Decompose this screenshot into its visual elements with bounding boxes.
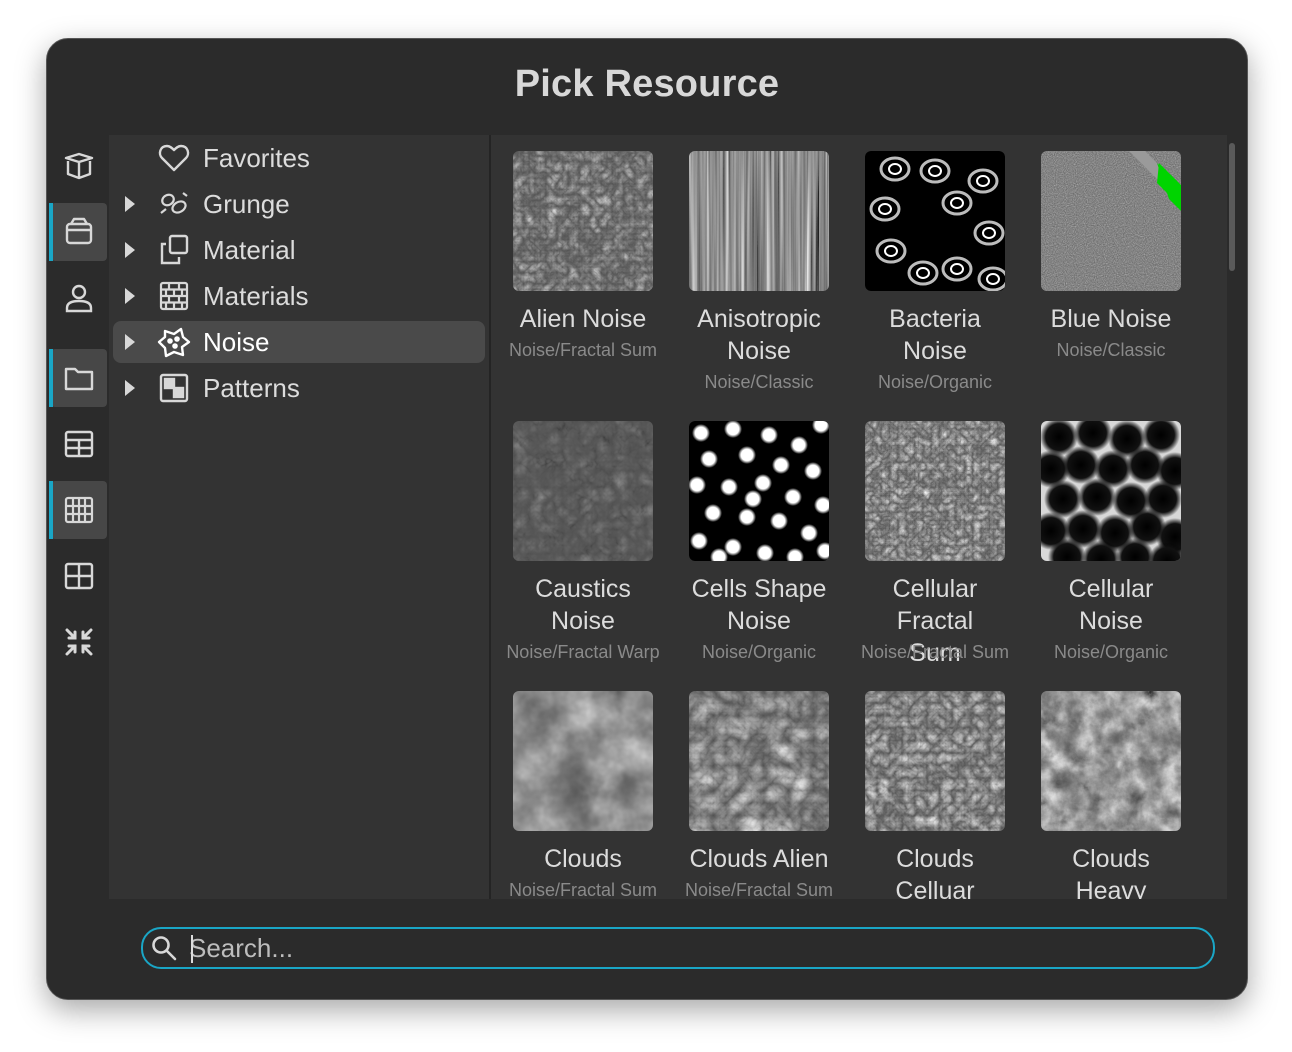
resource-name: Clouds [544, 845, 622, 873]
resource-category: Noise/Organic [877, 372, 993, 392]
tree-item-label: Materials [203, 281, 309, 311]
resource-name: Clouds Celluar [895, 845, 975, 899]
heart-icon [158, 144, 190, 172]
tree-item-favorites[interactable]: Favorites [113, 137, 485, 179]
search-icon [152, 936, 177, 961]
expand-arrow-icon[interactable] [125, 380, 135, 396]
tree-item-label: Patterns [203, 373, 300, 403]
dialog-title: Pick Resource [514, 63, 780, 105]
pick-resource-dialog: Pick Resource Favorites Grunge Material … [46, 38, 1248, 1000]
resource-thumbnail [1041, 151, 1181, 291]
tree-item-grunge[interactable]: Grunge [113, 183, 485, 225]
resource-category: Noise/Fractal Sum [508, 880, 658, 899]
resource-name: Cells Shape Noise [691, 575, 827, 635]
resource-name: Clouds Alien [689, 845, 829, 873]
resource-name: Bacteria Noise [889, 305, 981, 365]
expand-arrow-icon[interactable] [125, 242, 135, 258]
search-box[interactable] [141, 927, 1215, 969]
resource-thumbnail [1041, 691, 1181, 831]
resource-thumbnail [1041, 421, 1181, 561]
tree-item-label: Noise [203, 327, 270, 357]
resource-name: Anisotropic Noise [697, 305, 821, 365]
resource-tile[interactable]: Cellular Fractal Sum Noise/Fractal Sum [847, 407, 1023, 667]
resource-tile[interactable]: Clouds Alien Noise/Fractal Sum [671, 677, 847, 899]
resource-category: Noise/Fractal Sum [508, 340, 658, 360]
table-icon[interactable] [51, 415, 107, 473]
tree-item-materials[interactable]: Materials [113, 275, 485, 317]
resource-thumbnail [513, 151, 653, 291]
grid-small-icon[interactable] [49, 481, 107, 539]
resource-tile[interactable]: Cells Shape Noise Noise/Organic [671, 407, 847, 667]
resource-thumbnail [689, 691, 829, 831]
resource-tile[interactable]: Clouds Celluar [847, 677, 1023, 899]
resource-name: Blue Noise [1050, 305, 1172, 333]
resource-tile[interactable]: Alien Noise Noise/Fractal Sum [495, 137, 671, 397]
resource-category: Noise/Organic [701, 642, 817, 662]
copy-icon [160, 234, 189, 265]
resource-name: Cellular Noise [1068, 575, 1154, 635]
package-icon[interactable] [49, 203, 107, 261]
resource-category: Noise/Fractal Sum [860, 642, 1010, 662]
resource-category: Noise/Fractal Warp [506, 642, 660, 662]
pattern-icon [159, 373, 189, 403]
resource-thumbnail [689, 421, 829, 561]
tree-item-label: Grunge [203, 189, 290, 219]
resource-thumbnail [865, 421, 1005, 561]
tree-item-patterns[interactable]: Patterns [113, 367, 485, 409]
resource-tile[interactable]: Caustics Noise Noise/Fractal Warp [495, 407, 671, 667]
resource-name: Alien Noise [519, 305, 647, 333]
resource-category: Noise/Classic [1056, 340, 1166, 360]
resource-thumbnail [689, 151, 829, 291]
box-open-icon[interactable] [51, 137, 107, 195]
resource-category: Noise/Organic [1053, 642, 1169, 662]
resource-name: Clouds Heavy [1072, 845, 1150, 899]
resource-grid: Alien Noise Noise/Fractal Sum Anisotropic N… [491, 135, 1227, 899]
grunge-icon [160, 192, 188, 214]
resource-tile[interactable]: Cellular Noise Noise/Organic [1023, 407, 1199, 667]
resource-thumbnail [513, 691, 653, 831]
resource-tile[interactable]: Anisotropic Noise Noise/Classic [671, 137, 847, 397]
tree-item-noise[interactable]: Noise [113, 321, 485, 363]
resource-tile[interactable]: Clouds Noise/Fractal Sum [495, 677, 671, 899]
resource-tile[interactable]: Clouds Heavy [1023, 677, 1199, 899]
search-input[interactable] [189, 931, 1189, 965]
tree-item-label: Material [203, 235, 296, 265]
tree-item-material[interactable]: Material [113, 229, 485, 271]
user-icon[interactable] [51, 269, 107, 327]
resource-tile[interactable]: Blue Noise Noise/Classic [1023, 137, 1199, 397]
brick-icon [159, 281, 189, 311]
grid-scrollbar[interactable] [1229, 143, 1235, 271]
text-caret [191, 935, 193, 963]
collapse-icon[interactable] [51, 613, 107, 671]
resource-thumbnail [865, 151, 1005, 291]
folder-icon[interactable] [49, 349, 107, 407]
resource-category: Noise/Classic [704, 372, 814, 392]
resource-category: Noise/Fractal Sum [684, 880, 834, 899]
resource-tile[interactable]: Bacteria Noise Noise/Organic [847, 137, 1023, 397]
resource-name: Caustics Noise [535, 575, 631, 635]
resource-thumbnail [513, 421, 653, 561]
sidebar-icon-rail [47, 135, 109, 999]
grid-large-icon[interactable] [51, 547, 107, 605]
tree-item-label: Favorites [203, 143, 310, 173]
category-tree: Favorites Grunge Material Materials Nois… [109, 135, 489, 899]
expand-arrow-icon[interactable] [125, 334, 135, 350]
noise-icon [157, 327, 191, 358]
resource-thumbnail [865, 691, 1005, 831]
expand-arrow-icon[interactable] [125, 288, 135, 304]
expand-arrow-icon[interactable] [125, 196, 135, 212]
